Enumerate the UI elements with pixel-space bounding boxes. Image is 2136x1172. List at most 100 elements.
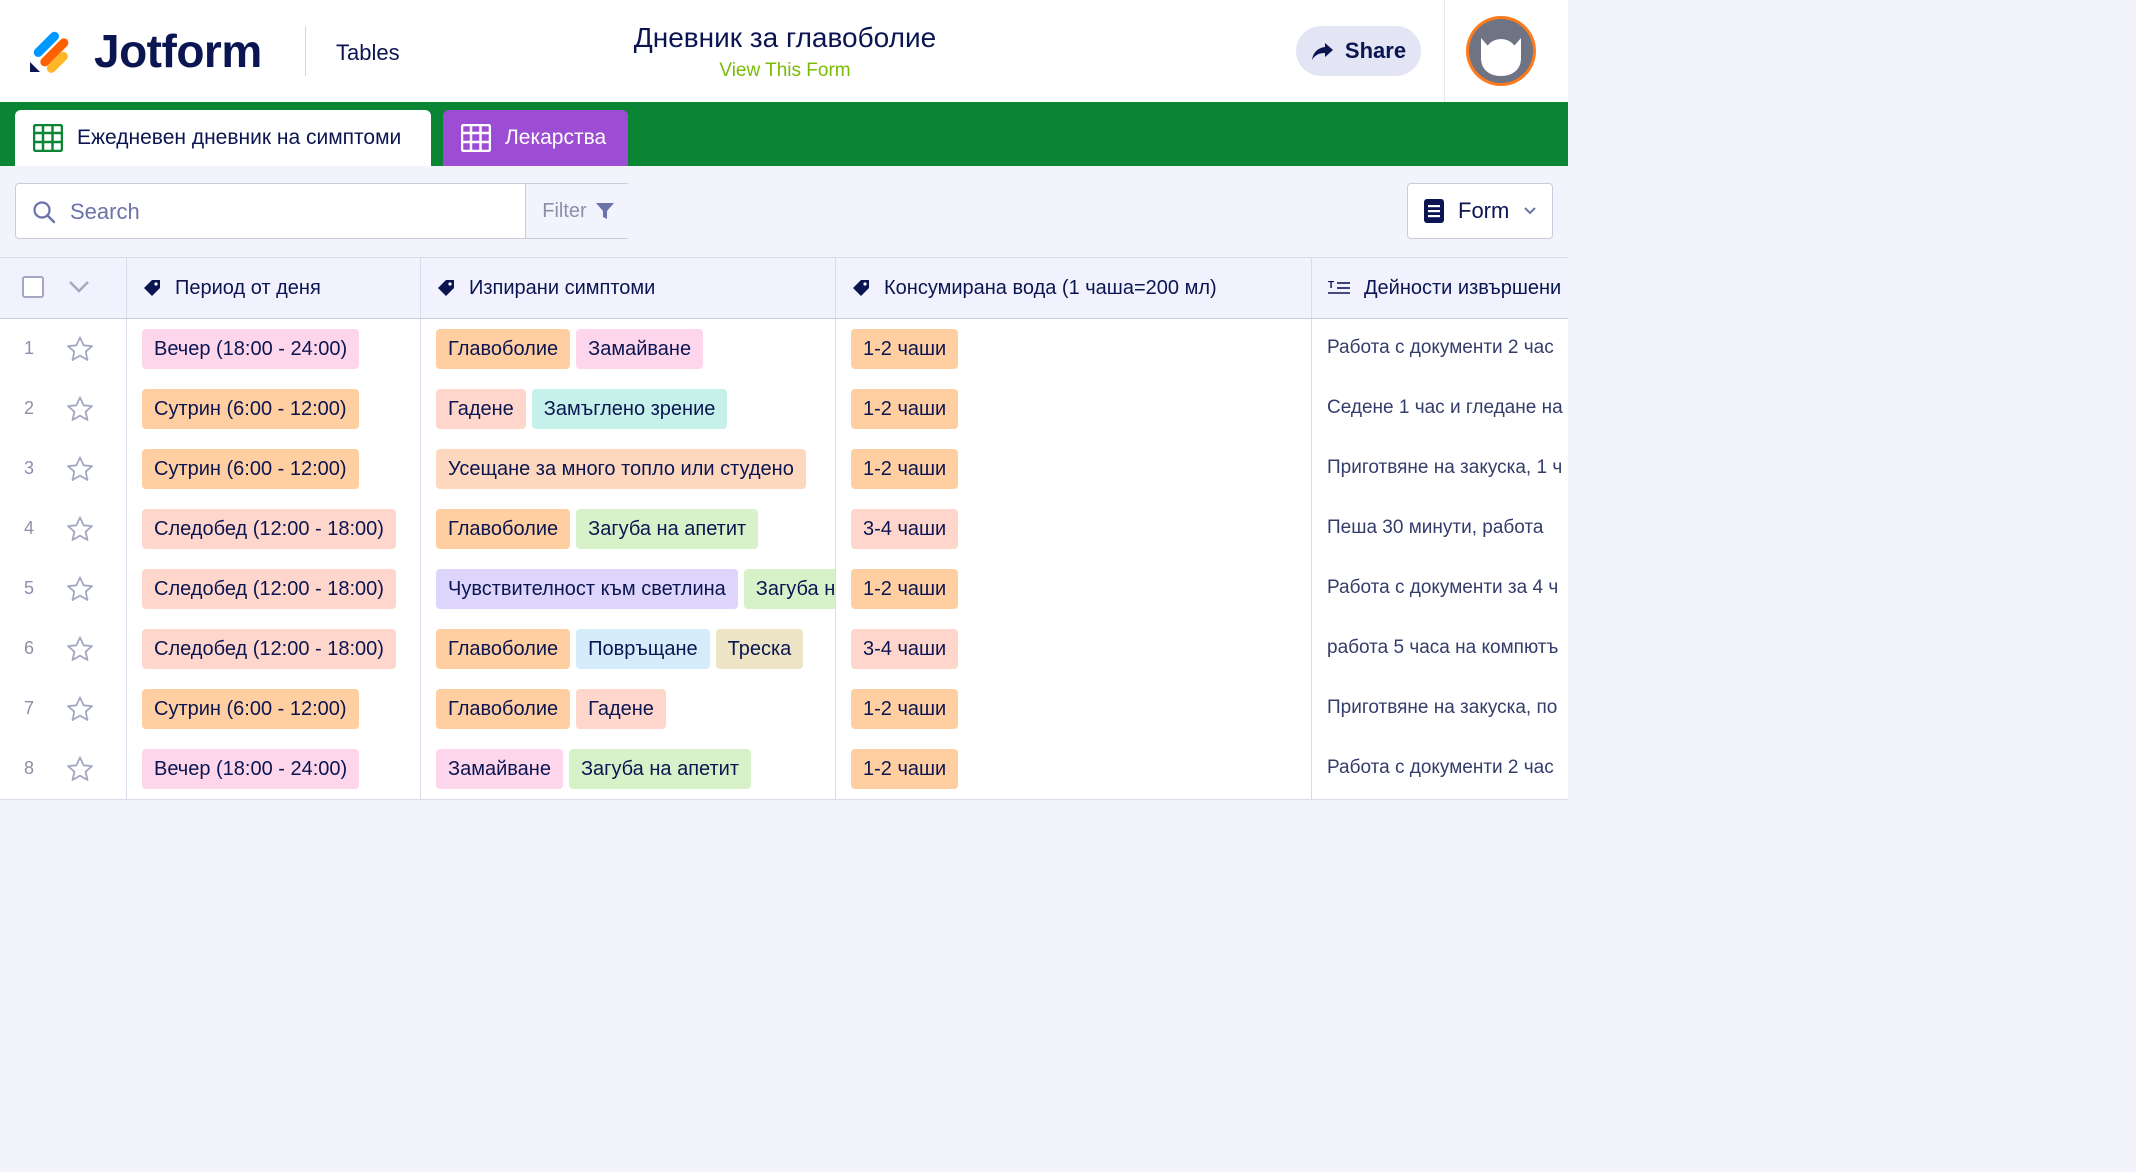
activities-cell[interactable]: Работа с документи 2 час xyxy=(1312,739,1568,799)
activities-cell[interactable]: работа 5 часа на компютъ xyxy=(1312,619,1568,679)
activities-cell[interactable]: Приготвяне на закуска, 1 ч xyxy=(1312,439,1568,499)
tab-medications[interactable]: Лекарства xyxy=(443,110,628,166)
select-all-checkbox[interactable] xyxy=(22,276,44,298)
symptoms-cell[interactable]: Главоболие Загуба на апетит xyxy=(421,499,836,559)
activities-text: Приготвяне на закуска, 1 ч xyxy=(1327,457,1563,478)
brand-name[interactable]: Jotform xyxy=(94,24,262,78)
row-index-cell: 4 xyxy=(0,499,127,559)
water-tag: 1-2 чаши xyxy=(851,569,959,609)
chevron-down-icon[interactable] xyxy=(68,280,90,294)
filter-label: Filter xyxy=(542,199,587,222)
star-icon[interactable] xyxy=(66,516,94,547)
table-row[interactable]: 6 Следобед (12:00 - 18:00) Главоболие Повръ… xyxy=(0,619,1568,680)
tab-label: Лекарства xyxy=(505,126,607,149)
row-number: 4 xyxy=(24,518,35,538)
star-icon[interactable] xyxy=(66,636,94,667)
star-icon[interactable] xyxy=(66,696,94,727)
column-header-period[interactable]: Период от деня xyxy=(127,258,421,318)
table-row[interactable]: 5 Следобед (12:00 - 18:00) Чувствителност … xyxy=(0,559,1568,620)
symptoms-cell[interactable]: Замайване Загуба на апетит xyxy=(421,739,836,799)
activities-text: Работа с документи за 4 ч xyxy=(1327,577,1559,598)
symptoms-cell[interactable]: Главоболие Замайване xyxy=(421,319,836,379)
period-cell[interactable]: Вечер (18:00 - 24:00) xyxy=(127,319,421,379)
star-icon[interactable] xyxy=(66,756,94,787)
table-row[interactable]: 1 Вечер (18:00 - 24:00) Главоболие Замайван… xyxy=(0,319,1568,380)
share-button[interactable]: Share xyxy=(1296,26,1421,76)
symptoms-cell[interactable]: Главоболие Гадене xyxy=(421,679,836,739)
activities-text: Пеша 30 минути, работа xyxy=(1327,517,1544,538)
water-tag: 1-2 чаши xyxy=(851,449,959,489)
form-view-button[interactable]: Form xyxy=(1407,183,1553,239)
symptom-tag: Загуба на апетит xyxy=(743,569,835,609)
view-form-link[interactable]: View This Form xyxy=(560,60,1010,82)
period-cell[interactable]: Следобед (12:00 - 18:00) xyxy=(127,499,421,559)
filter-button[interactable]: Filter xyxy=(525,184,631,238)
activities-text: Работа с документи 2 час xyxy=(1327,757,1554,778)
table-row[interactable]: 3 Сутрин (6:00 - 12:00) Усещане за много т… xyxy=(0,439,1568,500)
water-cell[interactable]: 1-2 чаши xyxy=(836,439,1312,499)
period-cell[interactable]: Сутрин (6:00 - 12:00) xyxy=(127,679,421,739)
star-icon[interactable] xyxy=(66,456,94,487)
user-avatar[interactable] xyxy=(1466,16,1536,86)
period-cell[interactable]: Сутрин (6:00 - 12:00) xyxy=(127,379,421,439)
table-row[interactable]: 8 Вечер (18:00 - 24:00) Замайване Загуба на… xyxy=(0,739,1568,800)
select-all-cell xyxy=(0,258,127,318)
period-tag: Вечер (18:00 - 24:00) xyxy=(142,749,360,789)
water-cell[interactable]: 1-2 чаши xyxy=(836,379,1312,439)
period-tag: Сутрин (6:00 - 12:00) xyxy=(142,689,359,729)
period-cell[interactable]: Следобед (12:00 - 18:00) xyxy=(127,559,421,619)
column-header-symptoms[interactable]: Изпирани симптоми xyxy=(421,258,836,318)
row-index-cell: 7 xyxy=(0,679,127,739)
symptom-tag: Замайване xyxy=(576,329,704,369)
search-input[interactable] xyxy=(68,194,522,230)
symptoms-cell[interactable]: Усещане за много топло или студено xyxy=(421,439,836,499)
table-row[interactable]: 4 Следобед (12:00 - 18:00) Главоболие Загуб… xyxy=(0,499,1568,560)
symptom-tag: Усещане за много топло или студено xyxy=(436,449,806,489)
share-label: Share xyxy=(1344,38,1407,63)
symptoms-cell[interactable]: Гадене Замъглено зрение xyxy=(421,379,836,439)
table-row[interactable]: 2 Сутрин (6:00 - 12:00) Гадене Замъглено зр… xyxy=(0,379,1568,440)
table-row[interactable]: 7 Сутрин (6:00 - 12:00) Главоболие Гадене 1-… xyxy=(0,679,1568,740)
symptoms-cell[interactable]: Чувствителност към светлинаЗагуба на апе… xyxy=(421,559,836,619)
star-icon[interactable] xyxy=(66,576,94,607)
column-header-activities[interactable]: T Дейности извършени xyxy=(1312,258,1568,318)
column-header-water[interactable]: Консумирана вода (1 чаша=200 мл) xyxy=(836,258,1312,318)
period-cell[interactable]: Сутрин (6:00 - 12:00) xyxy=(127,439,421,499)
period-cell[interactable]: Следобед (12:00 - 18:00) xyxy=(127,619,421,679)
tab-daily-log[interactable]: Ежедневен дневник на симптоми xyxy=(15,110,431,166)
top-header: Jotform Tables Дневник за главоболие Vie… xyxy=(0,0,1568,103)
activities-text: Приготвяне на закуска, по xyxy=(1327,697,1558,718)
star-icon[interactable] xyxy=(66,396,94,427)
activities-text: Работа с документи 2 час xyxy=(1327,337,1554,358)
star-icon[interactable] xyxy=(66,336,94,367)
water-cell[interactable]: 3-4 чаши xyxy=(836,499,1312,559)
activities-text: Седене 1 час и гледане на xyxy=(1327,397,1563,418)
grid-table-icon xyxy=(33,124,63,152)
water-cell[interactable]: 3-4 чаши xyxy=(836,619,1312,679)
water-cell[interactable]: 1-2 чаши xyxy=(836,559,1312,619)
activities-cell[interactable]: Работа с документи 2 час xyxy=(1312,319,1568,379)
symptom-tag: Загуба на апетит xyxy=(576,509,759,549)
row-index-cell: 2 xyxy=(0,379,127,439)
symptoms-cell[interactable]: Главоболие Повръщане Треска xyxy=(421,619,836,679)
activities-cell[interactable]: Приготвяне на закуска, по xyxy=(1312,679,1568,739)
activities-cell[interactable]: Работа с документи за 4 ч xyxy=(1312,559,1568,619)
section-label[interactable]: Tables xyxy=(336,40,400,66)
row-number: 1 xyxy=(24,338,35,358)
water-tag: 1-2 чаши xyxy=(851,749,959,789)
row-number: 8 xyxy=(24,758,35,778)
tag-icon xyxy=(438,280,454,296)
tag-icon xyxy=(853,280,869,296)
period-tag: Вечер (18:00 - 24:00) xyxy=(142,329,360,369)
share-arrow-icon xyxy=(1311,43,1333,60)
activities-cell[interactable]: Седене 1 час и гледане на xyxy=(1312,379,1568,439)
period-cell[interactable]: Вечер (18:00 - 24:00) xyxy=(127,739,421,799)
activities-cell[interactable]: Пеша 30 минути, работа xyxy=(1312,499,1568,559)
water-cell[interactable]: 1-2 чаши xyxy=(836,319,1312,379)
water-cell[interactable]: 1-2 чаши xyxy=(836,739,1312,799)
symptom-tag: Повръщане xyxy=(576,629,710,669)
column-label: Консумирана вода (1 чаша=200 мл) xyxy=(884,276,1217,299)
row-number: 2 xyxy=(24,398,35,418)
jotform-logo-icon xyxy=(30,31,69,73)
water-cell[interactable]: 1-2 чаши xyxy=(836,679,1312,739)
